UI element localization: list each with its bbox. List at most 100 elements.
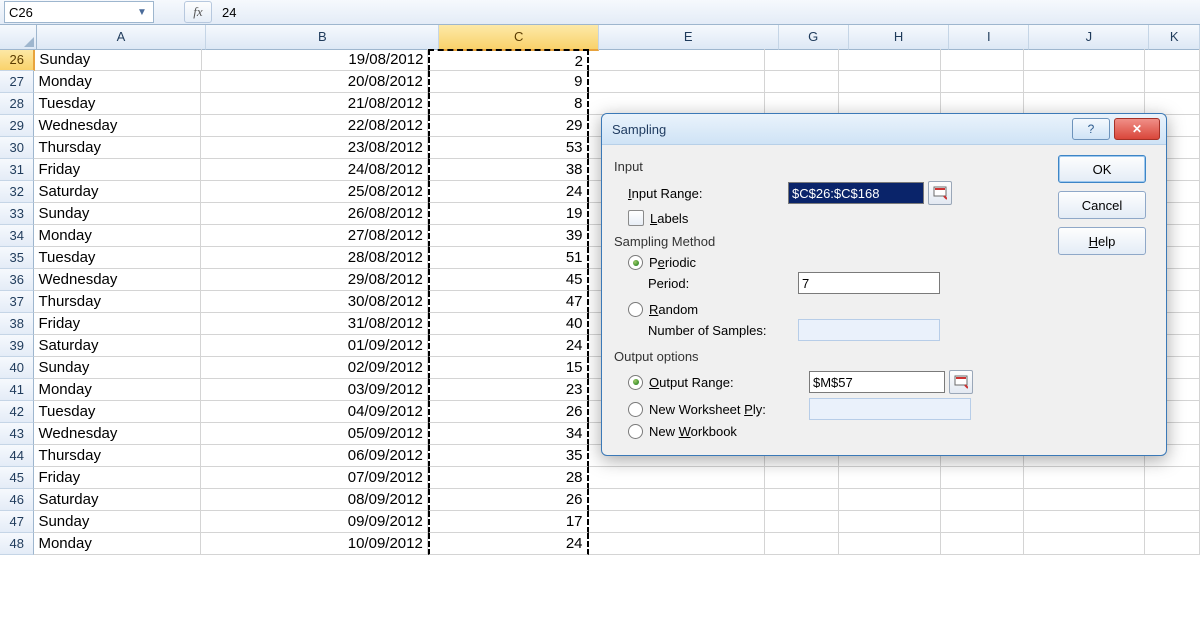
cell[interactable]: 02/09/2012 bbox=[201, 357, 427, 379]
row-header[interactable]: 31 bbox=[0, 159, 34, 181]
cell[interactable]: 15 bbox=[428, 357, 589, 379]
dialog-help-button[interactable]: ? bbox=[1072, 118, 1110, 140]
cell[interactable]: 23/08/2012 bbox=[201, 137, 427, 159]
column-header-J[interactable]: J bbox=[1029, 25, 1149, 50]
cell[interactable]: 34 bbox=[428, 423, 589, 445]
cell[interactable]: 17 bbox=[428, 511, 589, 533]
new-worksheet-radio[interactable]: New Worksheet Ply: bbox=[628, 398, 1046, 420]
labels-checkbox[interactable]: Labels bbox=[628, 210, 1046, 226]
input-range-ref-button[interactable] bbox=[928, 181, 952, 205]
num-samples-field[interactable] bbox=[798, 319, 940, 341]
cell[interactable] bbox=[941, 93, 1024, 115]
name-box[interactable]: C26 ▼ bbox=[4, 1, 154, 23]
cell[interactable]: Thursday bbox=[34, 445, 201, 467]
cell[interactable]: 53 bbox=[428, 137, 589, 159]
cell[interactable]: Monday bbox=[34, 225, 201, 247]
insert-function-button[interactable]: fx bbox=[184, 1, 212, 23]
dialog-close-button[interactable]: ✕ bbox=[1114, 118, 1160, 140]
select-all-corner[interactable] bbox=[0, 25, 37, 50]
cell[interactable] bbox=[839, 467, 941, 489]
help-button[interactable]: Help bbox=[1058, 227, 1146, 255]
cell[interactable] bbox=[589, 467, 765, 489]
cell[interactable]: 26 bbox=[428, 489, 589, 511]
cell[interactable]: 38 bbox=[428, 159, 589, 181]
cell[interactable]: Tuesday bbox=[34, 93, 201, 115]
row-header[interactable]: 40 bbox=[0, 357, 34, 379]
cell[interactable]: 20/08/2012 bbox=[201, 71, 427, 93]
cell[interactable] bbox=[1145, 511, 1200, 533]
row-header[interactable]: 41 bbox=[0, 379, 34, 401]
cell[interactable] bbox=[765, 71, 839, 93]
cell[interactable]: 47 bbox=[428, 291, 589, 313]
cell[interactable]: 26 bbox=[428, 401, 589, 423]
cell[interactable] bbox=[765, 533, 839, 555]
cell[interactable] bbox=[941, 467, 1024, 489]
cell[interactable]: 22/08/2012 bbox=[201, 115, 427, 137]
cell[interactable] bbox=[765, 511, 839, 533]
cell[interactable]: 19/08/2012 bbox=[202, 49, 428, 71]
cell[interactable]: 23 bbox=[428, 379, 589, 401]
cell[interactable] bbox=[941, 511, 1024, 533]
cell[interactable] bbox=[839, 511, 941, 533]
cell[interactable]: 21/08/2012 bbox=[201, 93, 427, 115]
cell[interactable] bbox=[839, 93, 941, 115]
cell[interactable] bbox=[941, 49, 1024, 71]
row-header[interactable]: 29 bbox=[0, 115, 34, 137]
cell[interactable]: Saturday bbox=[34, 489, 201, 511]
cell[interactable] bbox=[1024, 467, 1145, 489]
cell[interactable] bbox=[1145, 93, 1200, 115]
cell[interactable]: 39 bbox=[428, 225, 589, 247]
cell[interactable] bbox=[1024, 71, 1145, 93]
cell[interactable]: 29 bbox=[428, 115, 589, 137]
cell[interactable]: Saturday bbox=[34, 181, 201, 203]
row-header[interactable]: 27 bbox=[0, 71, 34, 93]
cell[interactable]: 10/09/2012 bbox=[201, 533, 427, 555]
cell[interactable]: 09/09/2012 bbox=[201, 511, 427, 533]
cell[interactable] bbox=[589, 511, 765, 533]
row-header[interactable]: 26 bbox=[0, 49, 35, 71]
formula-input[interactable] bbox=[218, 2, 1200, 22]
column-header-K[interactable]: K bbox=[1149, 25, 1200, 50]
cell[interactable] bbox=[1145, 467, 1200, 489]
cell[interactable] bbox=[589, 71, 765, 93]
row-header[interactable]: 35 bbox=[0, 247, 34, 269]
cell[interactable] bbox=[765, 93, 839, 115]
cell[interactable]: 24/08/2012 bbox=[201, 159, 427, 181]
column-header-C[interactable]: C bbox=[439, 25, 599, 51]
cell[interactable] bbox=[765, 489, 839, 511]
cell[interactable]: Friday bbox=[34, 467, 201, 489]
new-worksheet-field[interactable] bbox=[809, 398, 971, 420]
column-header-H[interactable]: H bbox=[849, 25, 949, 50]
cell[interactable] bbox=[839, 71, 941, 93]
cell[interactable] bbox=[1024, 49, 1144, 71]
cell[interactable] bbox=[765, 467, 839, 489]
cell[interactable]: 03/09/2012 bbox=[201, 379, 427, 401]
column-header-A[interactable]: A bbox=[37, 25, 207, 50]
column-header-G[interactable]: G bbox=[779, 25, 849, 50]
column-header-E[interactable]: E bbox=[599, 25, 779, 50]
cell[interactable]: 27/08/2012 bbox=[201, 225, 427, 247]
cell[interactable] bbox=[589, 93, 765, 115]
cell[interactable] bbox=[1024, 93, 1145, 115]
cell[interactable] bbox=[589, 49, 765, 71]
cell[interactable]: Wednesday bbox=[34, 423, 201, 445]
cell[interactable] bbox=[1024, 511, 1145, 533]
period-field[interactable]: 7 bbox=[798, 272, 940, 294]
cell[interactable] bbox=[1145, 489, 1200, 511]
input-range-field[interactable]: $C$26:$C$168 bbox=[788, 182, 924, 204]
cell[interactable]: 01/09/2012 bbox=[201, 335, 427, 357]
cell[interactable]: Sunday bbox=[34, 203, 201, 225]
cell[interactable]: 06/09/2012 bbox=[201, 445, 427, 467]
row-header[interactable]: 46 bbox=[0, 489, 34, 511]
cell[interactable]: 9 bbox=[428, 71, 589, 93]
row-header[interactable]: 38 bbox=[0, 313, 34, 335]
row-header[interactable]: 48 bbox=[0, 533, 34, 555]
cell[interactable]: 35 bbox=[428, 445, 589, 467]
cell[interactable]: Wednesday bbox=[34, 115, 201, 137]
cell[interactable]: Friday bbox=[34, 313, 201, 335]
cell[interactable] bbox=[765, 49, 839, 71]
cell[interactable]: 05/09/2012 bbox=[201, 423, 427, 445]
cell[interactable]: Sunday bbox=[35, 49, 202, 71]
row-header[interactable]: 32 bbox=[0, 181, 34, 203]
output-range-ref-button[interactable] bbox=[949, 370, 973, 394]
